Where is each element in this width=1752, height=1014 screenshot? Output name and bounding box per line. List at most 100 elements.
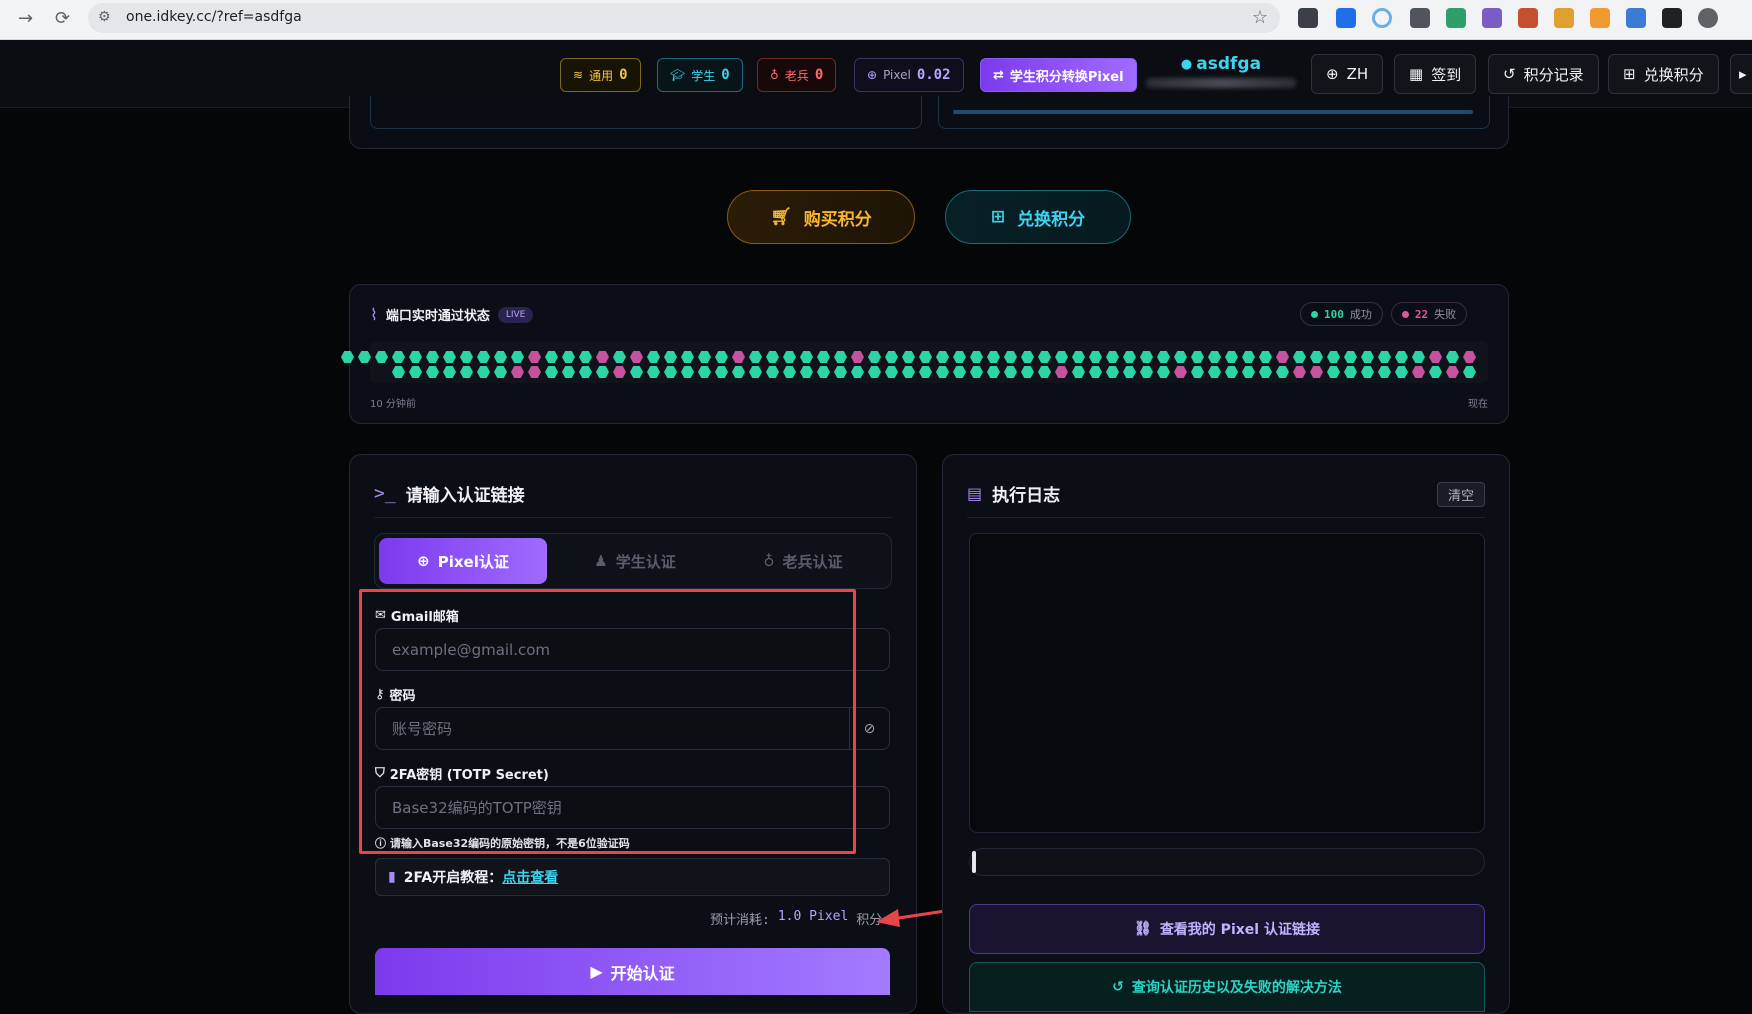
status-dot-success [1089,366,1102,378]
status-dot-success [494,366,507,378]
status-dot-success [1429,366,1442,378]
address-bar[interactable]: ⚙ one.idkey.cc/?ref=asdfga ☆ [88,3,1280,33]
status-dot-success [545,366,558,378]
extension-icon[interactable] [1698,8,1718,28]
status-dot-success [800,366,813,378]
status-dot-fail [1055,366,1068,378]
status-dot-success [698,351,711,363]
status-dot-success [341,351,354,363]
extension-icon[interactable] [1336,8,1356,28]
site-info-icon[interactable]: ⚙ [98,9,114,25]
bookmark-star-icon[interactable]: ☆ [1252,7,1268,28]
tab-student[interactable]: ♟ 学生认证 [551,538,719,584]
status-dot-success [460,366,473,378]
language-button[interactable]: ⊕ ZH [1311,54,1384,94]
credit-history-button[interactable]: ↺ 积分记录 [1488,54,1599,94]
forward-icon[interactable]: → [18,8,33,29]
buy-credits-button[interactable]: 🛒︎ 购买积分 [727,190,915,244]
status-dot-fail [1446,366,1459,378]
status-dot-success [1412,351,1425,363]
extension-icon[interactable] [1372,8,1392,28]
redeem-credits-button[interactable]: ⊞ 兑换积分 [1608,54,1719,94]
view-pixel-links-button[interactable]: ⛓ 查看我的 Pixel 认证链接 [969,904,1485,954]
status-dot-success [749,351,762,363]
status-dot-success [1174,351,1187,363]
tutorial-link[interactable]: 点击查看 [502,867,558,887]
medal-icon: ♁ [770,68,779,82]
log-file-icon: ▤ [967,484,983,503]
user-profile[interactable]: ● asdfga [1146,54,1296,98]
user-icon: ● [1180,57,1193,72]
extension-icon[interactable] [1554,8,1574,28]
status-dot-success [987,366,1000,378]
previous-card-left [370,96,922,129]
extension-icon[interactable] [1298,8,1318,28]
status-dot-success [1208,366,1221,378]
status-dot-success [1004,366,1017,378]
status-dot-success [970,366,983,378]
status-dot-success [953,351,966,363]
extension-icon[interactable] [1446,8,1466,28]
form-title: 请输入认证链接 [405,486,525,506]
menu-icon: ▸ [1739,65,1747,83]
extension-icon[interactable] [1662,8,1682,28]
status-dot-success [783,351,796,363]
status-dot-success [817,351,830,363]
status-dot-success [1361,351,1374,363]
pulse-icon: ⌇ [370,305,378,324]
status-dot-success [1361,366,1374,378]
history-icon: ↺ [1503,65,1516,83]
log-title: 执行日志 [992,486,1061,506]
start-auth-button[interactable]: ▶ 开始认证 [375,948,890,995]
status-dot-success [1055,351,1068,363]
auth-history-button[interactable]: ↺ 查询认证历史以及失败的解决方法 [969,962,1485,1012]
extension-icon[interactable] [1410,8,1430,28]
log-output[interactable] [969,533,1485,833]
more-button-partial[interactable]: ▸ [1730,54,1752,94]
redeem-credits-big-button[interactable]: ⊞ 兑换积分 [945,190,1131,244]
status-dot-success [1021,351,1034,363]
extension-icon[interactable] [1626,8,1646,28]
status-dot-success [1123,366,1136,378]
extension-icon[interactable] [1518,8,1538,28]
status-dot-success [1072,366,1085,378]
status-dot-success [494,351,507,363]
status-row-2 [392,363,1480,382]
graduation-cap-icon: 🎓︎ [670,68,686,82]
tab-pixel[interactable]: ⊕ Pixel认证 [379,538,547,584]
status-dot-fail [851,351,864,363]
credit-chip-pixel: ⊕ Pixel 0.02 [854,58,964,92]
success-dot-icon [1311,310,1318,318]
status-dot-fail [613,366,626,378]
username: asdfga [1196,54,1262,74]
clear-log-button[interactable]: 清空 [1436,482,1485,507]
extension-icon[interactable] [1482,8,1502,28]
status-dot-success [1378,351,1391,363]
status-dot-success [766,351,779,363]
status-dot-success [1327,366,1340,378]
checkin-button[interactable]: ▦ 签到 [1394,54,1477,94]
status-dot-success [732,366,745,378]
tab-veteran[interactable]: ♁ 老兵认证 [719,538,887,584]
history-icon: ↺ [1112,979,1124,995]
status-dot-success [953,366,966,378]
status-dot-success [885,351,898,363]
progress-bar [969,848,1485,876]
status-dot-fail [528,366,541,378]
status-dot-fail [1276,351,1289,363]
cost-estimate: 预计消耗: 1.0 Pixel 积分 [710,909,883,928]
status-dot-fail [1412,366,1425,378]
status-dot-success [834,366,847,378]
user-subtitle-blurred [1146,78,1296,88]
status-dot-success [1446,351,1459,363]
status-dot-success [562,351,575,363]
status-dot-success [834,351,847,363]
reload-icon[interactable]: ⟳ [55,8,70,29]
status-dot-success [443,351,456,363]
status-dot-fail [732,351,745,363]
status-dot-success [919,351,932,363]
credit-chip-general: ≋ 通用 0 [560,58,641,92]
convert-to-pixel-button[interactable]: ⇄ 学生积分转换Pixel [980,58,1137,92]
status-dot-success [1293,351,1306,363]
extension-icon[interactable] [1590,8,1610,28]
